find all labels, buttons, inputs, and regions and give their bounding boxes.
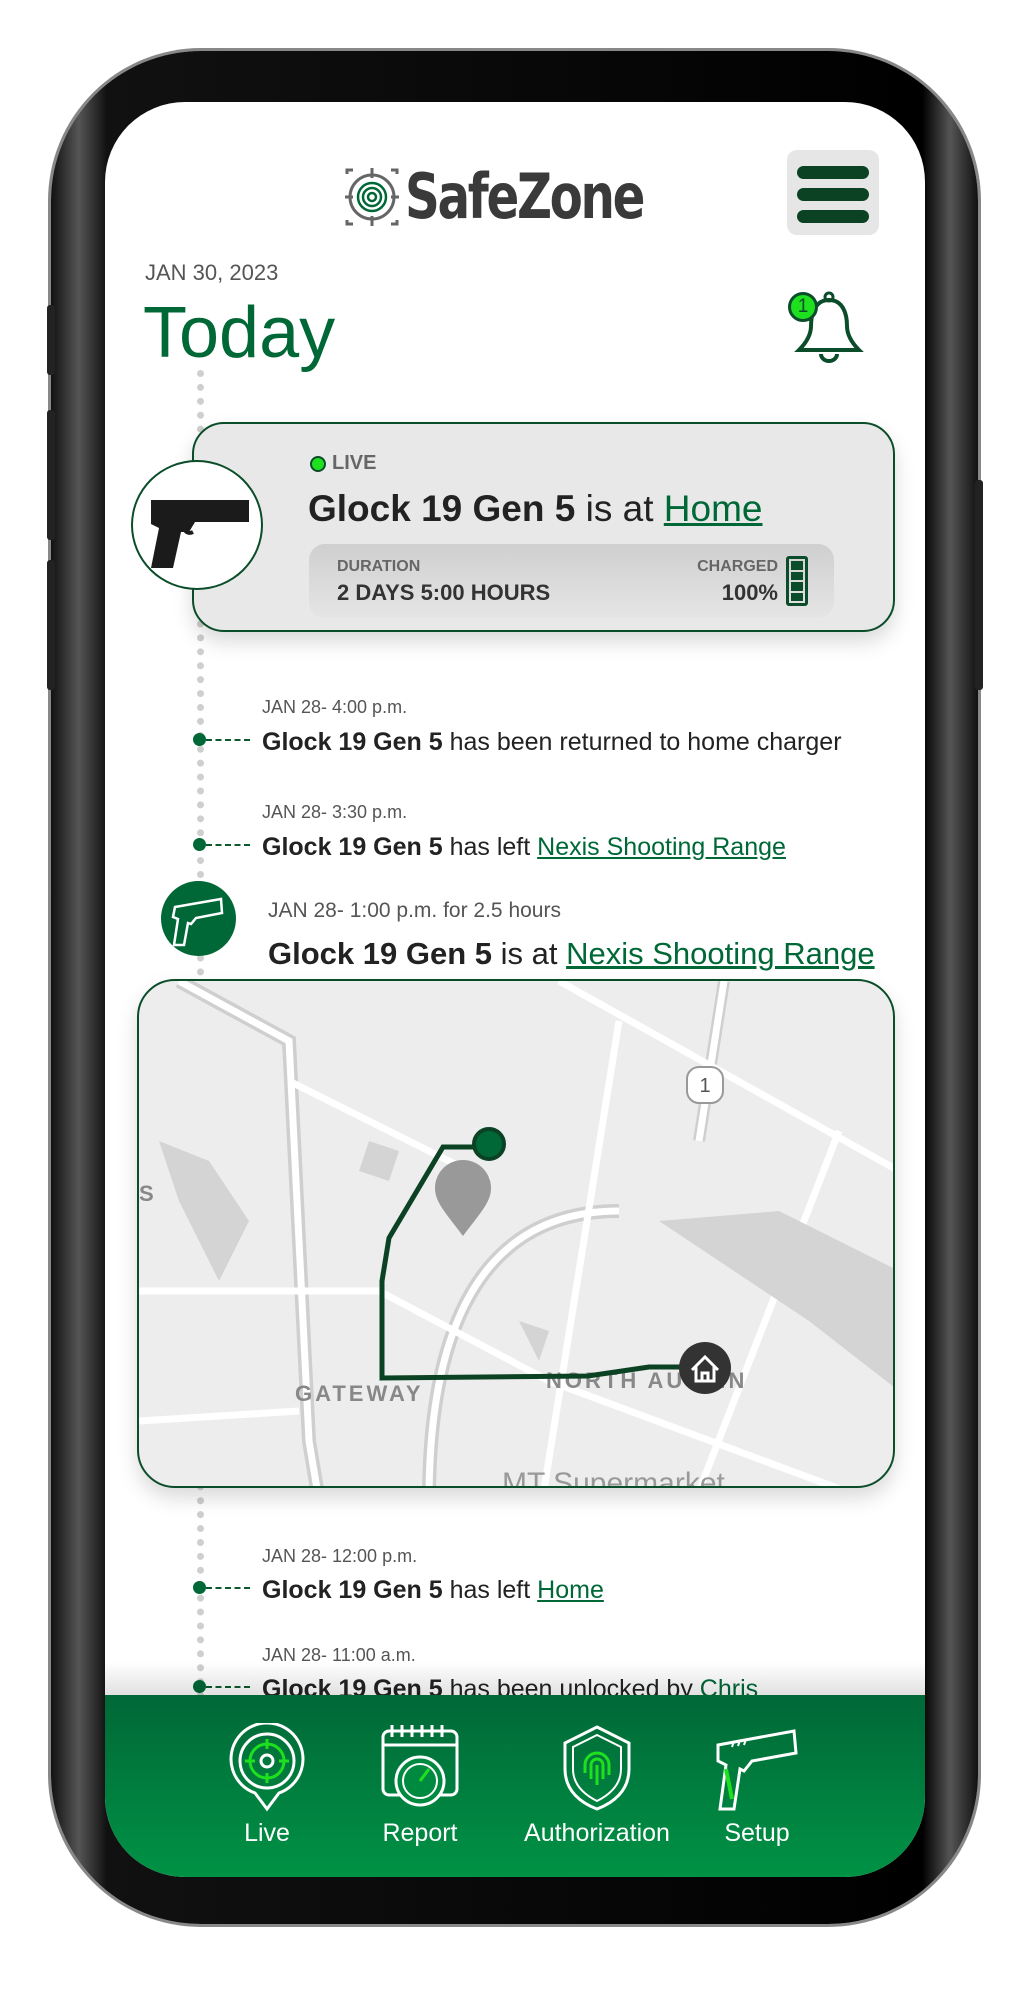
menu-button[interactable] (787, 150, 879, 235)
app-screen: SafeZone JAN 30, 2023 Today 1 LIVE Glock… (105, 102, 925, 1877)
event-time: JAN 28- 4:00 p.m. (262, 697, 408, 717)
event-location-link[interactable]: Home (537, 1576, 604, 1604)
hamburger-icon (797, 166, 869, 223)
highway-shield-label: 1 (699, 1075, 710, 1097)
fingerprint-target-icon (345, 167, 399, 226)
event-time: JAN 28- 12:00 p.m. (262, 1546, 418, 1566)
range-visit-marker (161, 881, 236, 956)
event-action: has left (449, 1576, 531, 1604)
device-photo (131, 460, 263, 590)
current-date: JAN 30, 2023 (145, 260, 279, 285)
home-marker[interactable] (679, 1342, 731, 1394)
duration-value: 2 DAYS 5:00 HOURS (337, 580, 551, 605)
live-connector: is at (585, 488, 654, 529)
notifications-button[interactable]: 1 (785, 290, 869, 368)
nav-setup[interactable]: Setup (682, 1723, 832, 1848)
event-description: Glock 19 Gen 5 has been returned to home… (262, 728, 842, 757)
nav-live[interactable]: Live (192, 1723, 342, 1848)
notification-badge: 1 (788, 292, 818, 322)
volume-up-button (47, 410, 55, 540)
timeline-dot (193, 1581, 206, 1594)
nav-report[interactable]: Report (345, 1723, 495, 1848)
nav-shadow (105, 1662, 925, 1696)
nav-authorization-label: Authorization (524, 1819, 670, 1847)
report-calendar-icon (381, 1725, 459, 1807)
event-action: is at (500, 936, 558, 971)
range-marker[interactable] (472, 1127, 506, 1161)
event-device: Glock 19 Gen 5 (268, 936, 492, 971)
live-dot-icon (310, 455, 326, 472)
nav-authorization[interactable]: Authorization (522, 1723, 672, 1848)
live-label: LIVE (332, 452, 377, 474)
timeline-connector (206, 739, 250, 741)
event-device: Glock 19 Gen 5 (262, 728, 443, 756)
event-location-link[interactable]: Nexis Shooting Range (537, 833, 786, 861)
event-action: has left (449, 833, 531, 861)
timeline-connector (206, 1587, 250, 1589)
event-device: Glock 19 Gen 5 (262, 833, 443, 861)
event-description: Glock 19 Gen 5 has left Nexis Shooting R… (262, 833, 786, 862)
map-edge-label: S (139, 1181, 154, 1206)
map-canvas[interactable]: 1 S GATEWAY NORTH AUSTIN MT Supermarket (139, 981, 895, 1488)
pistol-icon (716, 1729, 798, 1811)
bottom-nav: Live Report Authorization Setup (105, 1695, 925, 1877)
status-details: DURATION 2 DAYS 5:00 HOURS CHARGED 100% (309, 544, 834, 618)
timeline-connector (206, 844, 250, 846)
nav-live-label: Live (244, 1819, 290, 1847)
pistol-icon (171, 897, 224, 947)
map-label-gateway: GATEWAY (295, 1381, 424, 1406)
volume-down-button (47, 560, 55, 690)
duration-label: DURATION (337, 558, 421, 575)
event-location-link[interactable]: Nexis Shooting Range (566, 936, 874, 971)
fingerprint-shield-icon (563, 1725, 631, 1811)
event-time: JAN 28- 1:00 p.m. for 2.5 hours (268, 899, 561, 922)
event-time: JAN 28- 3:30 p.m. (262, 802, 408, 822)
device-name: Glock 19 Gen 5 (308, 488, 576, 529)
event-action: has been returned to home charger (449, 728, 842, 756)
location-pin-icon (435, 1160, 491, 1236)
charged-value: 100% (721, 580, 778, 605)
live-status-card[interactable]: LIVE Glock 19 Gen 5 is at Home DURATION … (192, 422, 895, 632)
pistol-image-icon (151, 500, 249, 568)
event-device: Glock 19 Gen 5 (262, 1576, 443, 1604)
live-indicator: LIVE (310, 452, 376, 475)
side-button (47, 305, 55, 375)
route-map[interactable]: 1 S GATEWAY NORTH AUSTIN MT Supermarket (137, 979, 895, 1488)
live-title: Glock 19 Gen 5 is at Home (308, 488, 762, 530)
live-location-link[interactable]: Home (664, 488, 763, 529)
charged-label: CHARGED (697, 558, 778, 575)
nav-setup-label: Setup (724, 1819, 790, 1847)
safezone-logo: SafeZone (343, 160, 710, 233)
power-button (975, 480, 983, 690)
event-description: Glock 19 Gen 5 has left Home (262, 1576, 604, 1605)
map-label-supermarket: MT Supermarket (502, 1467, 726, 1488)
nav-report-label: Report (382, 1819, 458, 1847)
logo-text: SafeZone (405, 160, 645, 233)
timeline-dot (193, 733, 206, 746)
event-description: Glock 19 Gen 5 is at Nexis Shooting Rang… (268, 936, 875, 972)
battery-icon (786, 556, 808, 606)
page-title: Today (143, 293, 336, 373)
timeline-dot (193, 838, 206, 851)
live-target-icon (229, 1723, 305, 1812)
